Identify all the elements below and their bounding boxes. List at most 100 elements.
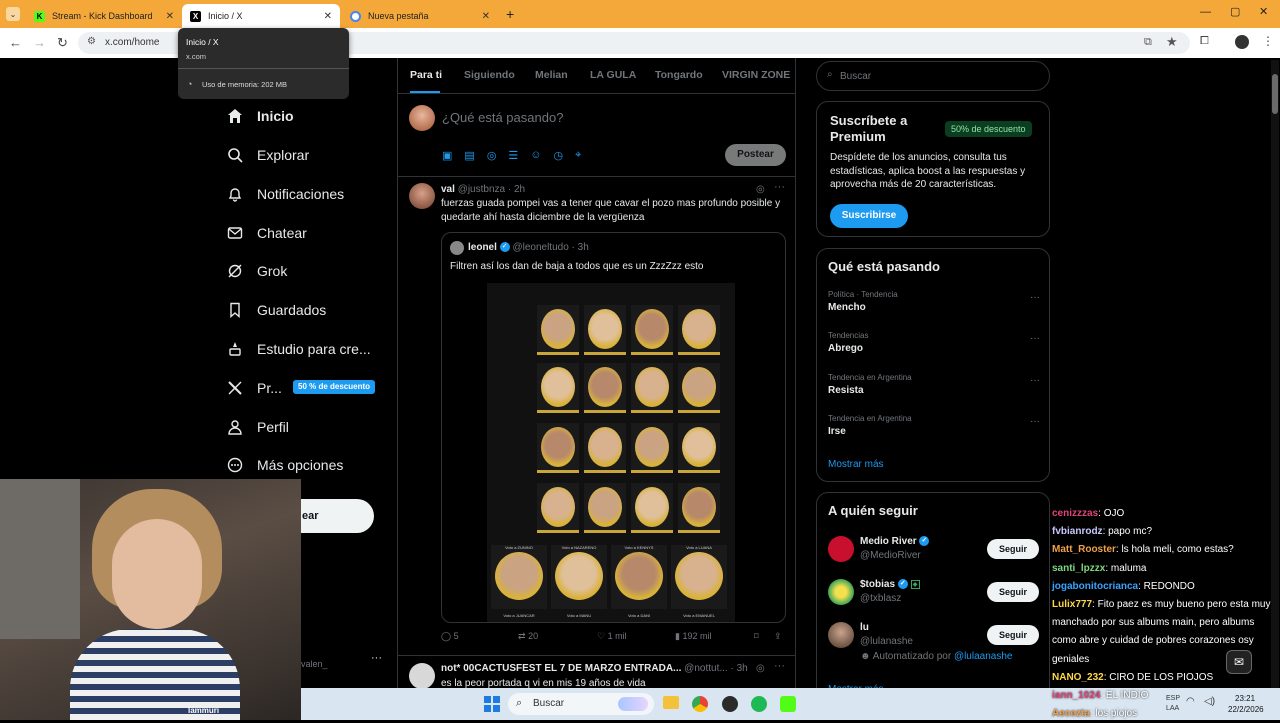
kick-icon[interactable] — [780, 696, 796, 712]
follow-button[interactable]: Seguir — [987, 625, 1039, 645]
bookmark-star-icon[interactable]: ★ — [1166, 34, 1178, 50]
trend-item[interactable]: Tendencia en Argentina Irse ··· — [828, 414, 1040, 446]
chrome-icon[interactable] — [692, 696, 708, 712]
bookmark-icon[interactable]: ⌑ — [754, 631, 759, 642]
more-icon[interactable]: ··· — [1030, 416, 1040, 427]
avatar[interactable] — [409, 663, 435, 689]
chat-username[interactable]: iann_1024 — [1052, 690, 1100, 701]
sidebar-item-guardados[interactable]: Guardados — [227, 298, 326, 322]
sidebar-item-premium[interactable]: Pr... — [227, 376, 282, 400]
tweet-author[interactable]: not* 00CACTUSFEST EL 7 DE MARZO ENTRADA.… — [441, 663, 681, 674]
schedule-icon[interactable]: ◷ — [554, 149, 564, 162]
grok-icon[interactable]: ◎ — [487, 149, 497, 162]
spotify-icon[interactable] — [751, 696, 767, 712]
search-box[interactable]: ⌕ Buscar — [816, 61, 1050, 91]
share-icon[interactable]: ⇪ — [774, 631, 782, 642]
location-icon[interactable]: ⌖ — [575, 149, 581, 162]
tab-siguiendo[interactable]: Siguiendo — [464, 69, 515, 81]
grok-icon[interactable]: ◎ — [756, 184, 765, 195]
follow-item[interactable]: Medio River ✓ @MedioRiver Seguir — [817, 533, 1051, 569]
extensions-icon[interactable]: ⧠ — [1200, 35, 1209, 48]
tweet-author[interactable]: val — [441, 184, 455, 195]
repost-button[interactable]: ⇄ 20 — [518, 631, 538, 642]
taskbar-search[interactable]: ⌕ Buscar — [508, 693, 654, 715]
tab-kick-dashboard[interactable]: K Stream - Kick Dashboard ✕ — [26, 4, 182, 28]
show-more-link[interactable]: Mostrar más — [828, 459, 884, 470]
chat-username[interactable]: NANO_232 — [1052, 672, 1104, 683]
chat-username[interactable]: santi_lpzzx — [1052, 563, 1105, 574]
avatar[interactable] — [409, 105, 435, 131]
tab-inicio-x[interactable]: X Inicio / X ✕ — [182, 4, 340, 28]
close-window-icon[interactable]: ✕ — [1259, 5, 1268, 18]
emoji-icon[interactable]: ☺ — [530, 149, 541, 162]
sidebar-item-perfil[interactable]: Perfil — [227, 415, 289, 439]
minimize-icon[interactable]: — — [1200, 6, 1211, 18]
sidebar-item-notificaciones[interactable]: Notificaciones — [227, 182, 344, 206]
more-icon[interactable]: ··· — [1030, 375, 1040, 386]
close-icon[interactable]: ✕ — [324, 11, 332, 22]
trend-item[interactable]: Tendencias Abrego ··· — [828, 331, 1040, 363]
quote-image[interactable]: Voto a ZUNINO Voto a NAZARENO Voto a KENNY… — [487, 283, 735, 622]
close-icon[interactable]: ✕ — [482, 11, 490, 22]
chat-username[interactable]: Matt_Rooster — [1052, 544, 1116, 555]
site-info-icon[interactable]: ⚙ — [87, 36, 96, 47]
sidebar-item-inicio[interactable]: Inicio — [227, 104, 294, 128]
tab-tongardo[interactable]: Tongardo — [655, 69, 703, 81]
trend-item[interactable]: Política · Tendencia Mencho ··· — [828, 290, 1040, 322]
follow-button[interactable]: Seguir — [987, 539, 1039, 559]
windows-start-icon[interactable] — [484, 696, 500, 712]
tab-melian[interactable]: Melian — [535, 69, 568, 81]
sidebar-item-explorar[interactable]: Explorar — [227, 143, 309, 167]
trend-category: Tendencias — [828, 331, 869, 340]
poll-icon[interactable]: ☰ — [508, 149, 518, 162]
grok-icon[interactable]: ◎ — [756, 663, 765, 674]
more-icon[interactable]: ··· — [1030, 292, 1040, 303]
quoted-tweet[interactable]: leonel ✓ @leoneltudo · 3h Filtren así lo… — [441, 232, 786, 623]
obs-icon[interactable] — [722, 696, 738, 712]
chat-username[interactable]: Lulix777 — [1052, 599, 1092, 610]
close-icon[interactable]: ✕ — [166, 11, 174, 22]
forward-icon[interactable]: → — [33, 35, 46, 50]
chat-username[interactable]: fvbianrodz — [1052, 526, 1103, 537]
automated-handle[interactable]: @lulaanashe — [954, 651, 1013, 662]
trend-item[interactable]: Tendencia en Argentina Resista ··· — [828, 373, 1040, 405]
reply-button[interactable]: ◯ 5 — [441, 631, 459, 642]
maximize-icon[interactable]: ▢ — [1230, 5, 1240, 18]
scrollbar-thumb[interactable] — [1272, 74, 1278, 114]
cast-icon[interactable]: ⧉ — [1144, 36, 1152, 49]
account-more-icon[interactable]: ··· — [371, 652, 382, 664]
file-explorer-icon[interactable] — [663, 696, 679, 709]
sidebar-item-mas-opciones[interactable]: Más opciones — [227, 453, 343, 477]
tab-para-ti[interactable]: Para ti — [410, 69, 442, 81]
follow-item[interactable]: $tobias ✓ ◆ @txblasz Seguir — [817, 576, 1051, 612]
follow-button[interactable]: Seguir — [987, 582, 1039, 602]
gif-icon[interactable]: ▤ — [464, 149, 474, 162]
new-tab-icon[interactable]: + — [506, 6, 514, 22]
chat-username[interactable]: jogabonitocrianca — [1052, 581, 1138, 592]
tab-search-button[interactable]: ⌄ — [6, 7, 20, 21]
tweet-more-icon[interactable]: ··· — [774, 660, 785, 672]
chat-username[interactable]: cenizzzas — [1052, 508, 1098, 519]
sidebar-item-estudio[interactable]: Estudio para cre... — [227, 337, 371, 361]
avatar[interactable] — [1235, 35, 1249, 49]
postear-button[interactable]: Postear — [725, 144, 786, 166]
sidebar-item-chatear[interactable]: Chatear — [227, 221, 307, 245]
views-button[interactable]: ▮ 192 mil — [675, 631, 711, 642]
avatar[interactable] — [409, 183, 435, 209]
chat-mail-icon[interactable]: ✉ — [1226, 650, 1252, 674]
back-icon[interactable]: ← — [9, 35, 22, 50]
like-button[interactable]: ♡ 1 mil — [597, 631, 627, 642]
subscribe-button[interactable]: Suscribirse — [830, 204, 908, 228]
chat-username[interactable]: Aecezta — [1052, 708, 1090, 719]
sidebar-item-grok[interactable]: Grok — [227, 259, 287, 283]
compose-input[interactable]: ¿Qué está pasando? — [442, 110, 563, 125]
image-icon[interactable]: ▣ — [442, 149, 452, 162]
more-icon[interactable]: ··· — [1030, 333, 1040, 344]
follow-item[interactable]: lu @lulanashe ☻ Automatizado por @lulaan… — [817, 619, 1051, 665]
tweet-more-icon[interactable]: ··· — [774, 181, 785, 193]
reload-icon[interactable]: ↻ — [57, 35, 68, 51]
tab-virgin-zone[interactable]: VIRGIN ZONE — [722, 69, 790, 81]
tab-la-gula[interactable]: LA GULA — [590, 69, 636, 81]
menu-icon[interactable]: ⋮ — [1262, 34, 1274, 48]
tab-nueva-pestana[interactable]: Nueva pestaña ✕ — [342, 4, 498, 28]
